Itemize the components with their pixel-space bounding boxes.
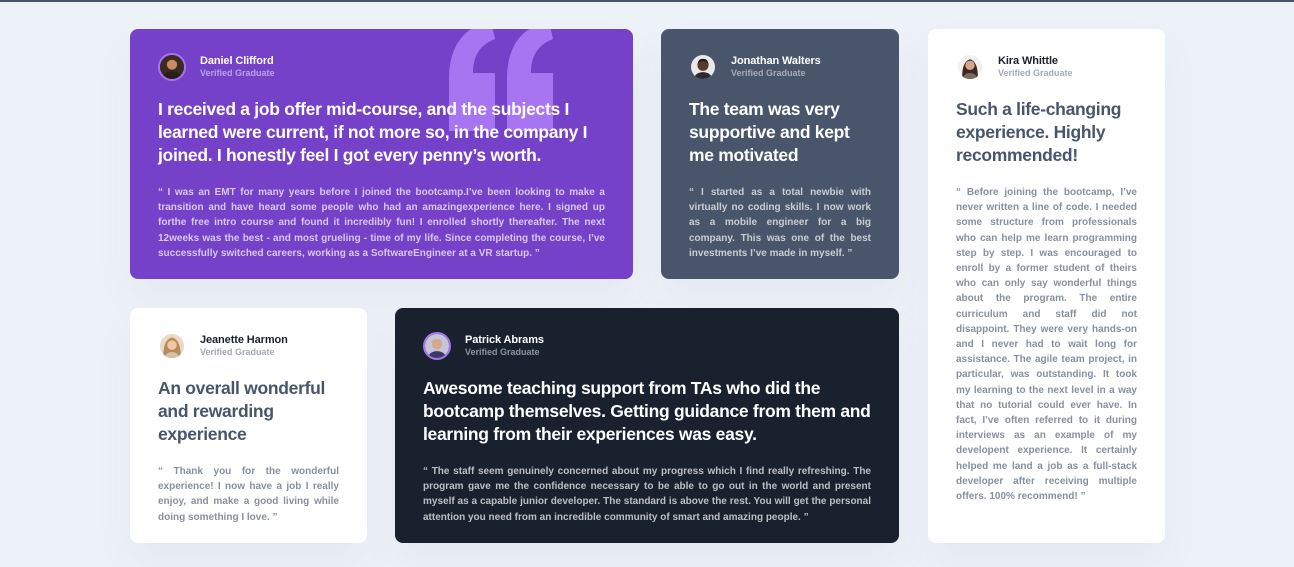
testimonial-body: “ I was an EMT for many years before I j… bbox=[158, 187, 605, 259]
testimonial-card-kira: Kira Whittle Verified Graduate Such a li… bbox=[928, 29, 1165, 543]
testimonial-body: “ Thank you for the wonderful experience… bbox=[158, 466, 339, 523]
testimonial-card-jonathan: Jonathan Walters Verified Graduate The t… bbox=[661, 29, 899, 279]
testimonial-body: “ The staff seem genuinely concerned abo… bbox=[423, 466, 871, 523]
testimonial-headline: I received a job offer mid-course, and t… bbox=[158, 99, 588, 165]
testimonial-card-daniel: Daniel Clifford Verified Graduate I rece… bbox=[130, 29, 633, 279]
author-block: Jonathan Walters Verified Graduate bbox=[689, 53, 871, 81]
avatar bbox=[158, 53, 186, 81]
author-role: Verified Graduate bbox=[998, 68, 1073, 79]
avatar bbox=[956, 53, 984, 81]
author-role: Verified Graduate bbox=[465, 347, 540, 358]
author-name: Daniel Clifford bbox=[200, 54, 274, 67]
author-name: Kira Whittle bbox=[998, 54, 1058, 67]
testimonial-body: “ Before joining the bootcamp, I’ve neve… bbox=[956, 187, 1137, 503]
author-block: Jeanette Harmon Verified Graduate bbox=[158, 332, 339, 360]
author-name: Jeanette Harmon bbox=[200, 333, 288, 346]
testimonial-card-jeanette: Jeanette Harmon Verified Graduate An ove… bbox=[130, 308, 367, 543]
avatar bbox=[158, 332, 186, 360]
testimonial-headline: An overall wonderful and rewarding exper… bbox=[158, 378, 326, 444]
author-name: Jonathan Walters bbox=[731, 54, 821, 67]
author-block: Patrick Abrams Verified Graduate bbox=[423, 332, 871, 360]
testimonial-headline: The team was very supportive and kept me… bbox=[689, 99, 850, 165]
testimonial-headline: Awesome teaching support from TAs who di… bbox=[423, 378, 871, 444]
author-role: Verified Graduate bbox=[200, 68, 275, 79]
author-block: Kira Whittle Verified Graduate bbox=[956, 53, 1137, 81]
top-border bbox=[0, 0, 1294, 2]
author-role: Verified Graduate bbox=[731, 68, 806, 79]
author-block: Daniel Clifford Verified Graduate bbox=[158, 53, 605, 81]
author-role: Verified Graduate bbox=[200, 347, 275, 358]
avatar bbox=[423, 332, 451, 360]
author-name: Patrick Abrams bbox=[465, 333, 544, 346]
testimonial-headline: Such a life-changing experience. Highly … bbox=[956, 99, 1122, 165]
testimonial-body: “ I started as a total newbie with virtu… bbox=[689, 187, 871, 259]
testimonial-card-patrick: Patrick Abrams Verified Graduate Awesome… bbox=[395, 308, 899, 543]
avatar bbox=[689, 53, 717, 81]
